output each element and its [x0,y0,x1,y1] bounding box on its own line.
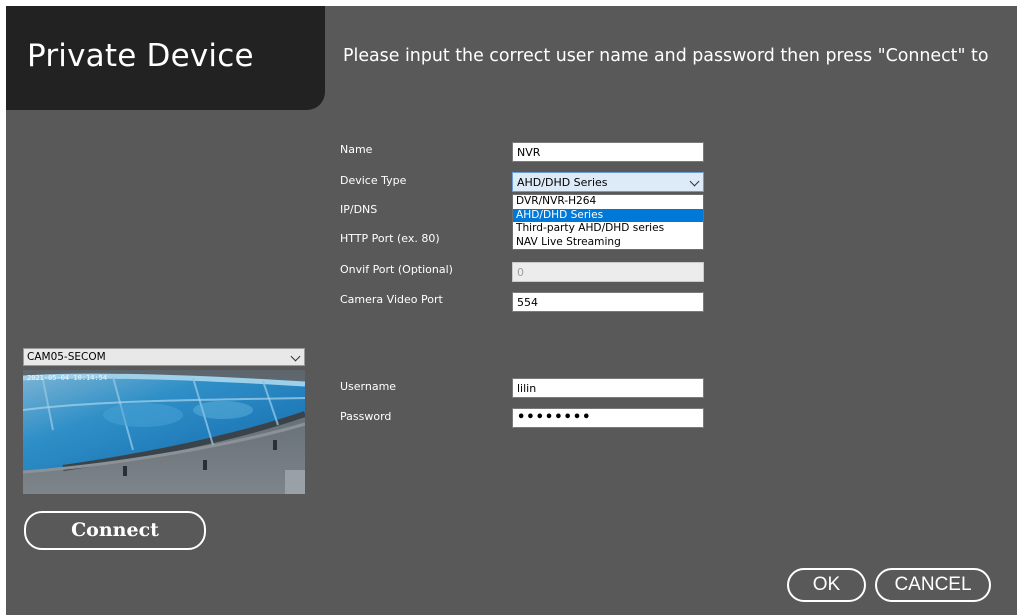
device-type-value: AHD/DHD Series [517,176,608,189]
camera-preview-image: 2021-05-04 10:14:54 [23,370,305,494]
onvif-port-label: Onvif Port (Optional) [340,263,453,276]
name-input[interactable]: NVR [512,142,704,162]
device-type-label: Device Type [340,174,407,187]
title-tab: Private Device [6,6,325,110]
chevron-down-icon [290,351,301,362]
dropdown-option[interactable]: Third-party AHD/DHD series [513,222,703,236]
onvif-port-input[interactable]: 0 [512,262,704,282]
camera-preview: 2021-05-04 10:14:54 [23,370,305,494]
username-label: Username [340,380,397,393]
device-type-select[interactable]: AHD/DHD Series [512,172,704,192]
camera-video-port-label: Camera Video Port [340,293,443,306]
name-label: Name [340,143,373,156]
page-title: Private Device [27,38,254,74]
camera-select[interactable]: CAM05-SECOM [23,348,305,366]
preview-overlay-text: 2021-05-04 10:14:54 [27,374,107,382]
password-input[interactable]: •••••••• [512,408,704,428]
camera-video-port-input[interactable]: 554 [512,292,704,312]
ok-button[interactable]: OK [787,568,866,602]
camera-select-value: CAM05-SECOM [27,351,106,363]
chevron-down-icon [689,176,700,187]
device-type-dropdown-list: DVR/NVR-H264 AHD/DHD Series Third-party … [512,194,704,250]
password-label: Password [340,410,392,423]
connect-button[interactable]: Connect [24,511,206,550]
instruction-text: Please input the correct user name and p… [343,46,989,66]
dropdown-option-selected[interactable]: AHD/DHD Series [513,208,703,222]
ip-dns-label: IP/DNS [340,203,378,216]
dropdown-option[interactable]: DVR/NVR-H264 [513,195,703,209]
private-device-dialog: Private Device Please input the correct … [6,6,1017,615]
username-input[interactable]: lilin [512,378,704,398]
cancel-button[interactable]: CANCEL [875,568,991,602]
dropdown-option[interactable]: NAV Live Streaming [513,236,703,250]
http-port-label: HTTP Port (ex. 80) [340,232,440,245]
